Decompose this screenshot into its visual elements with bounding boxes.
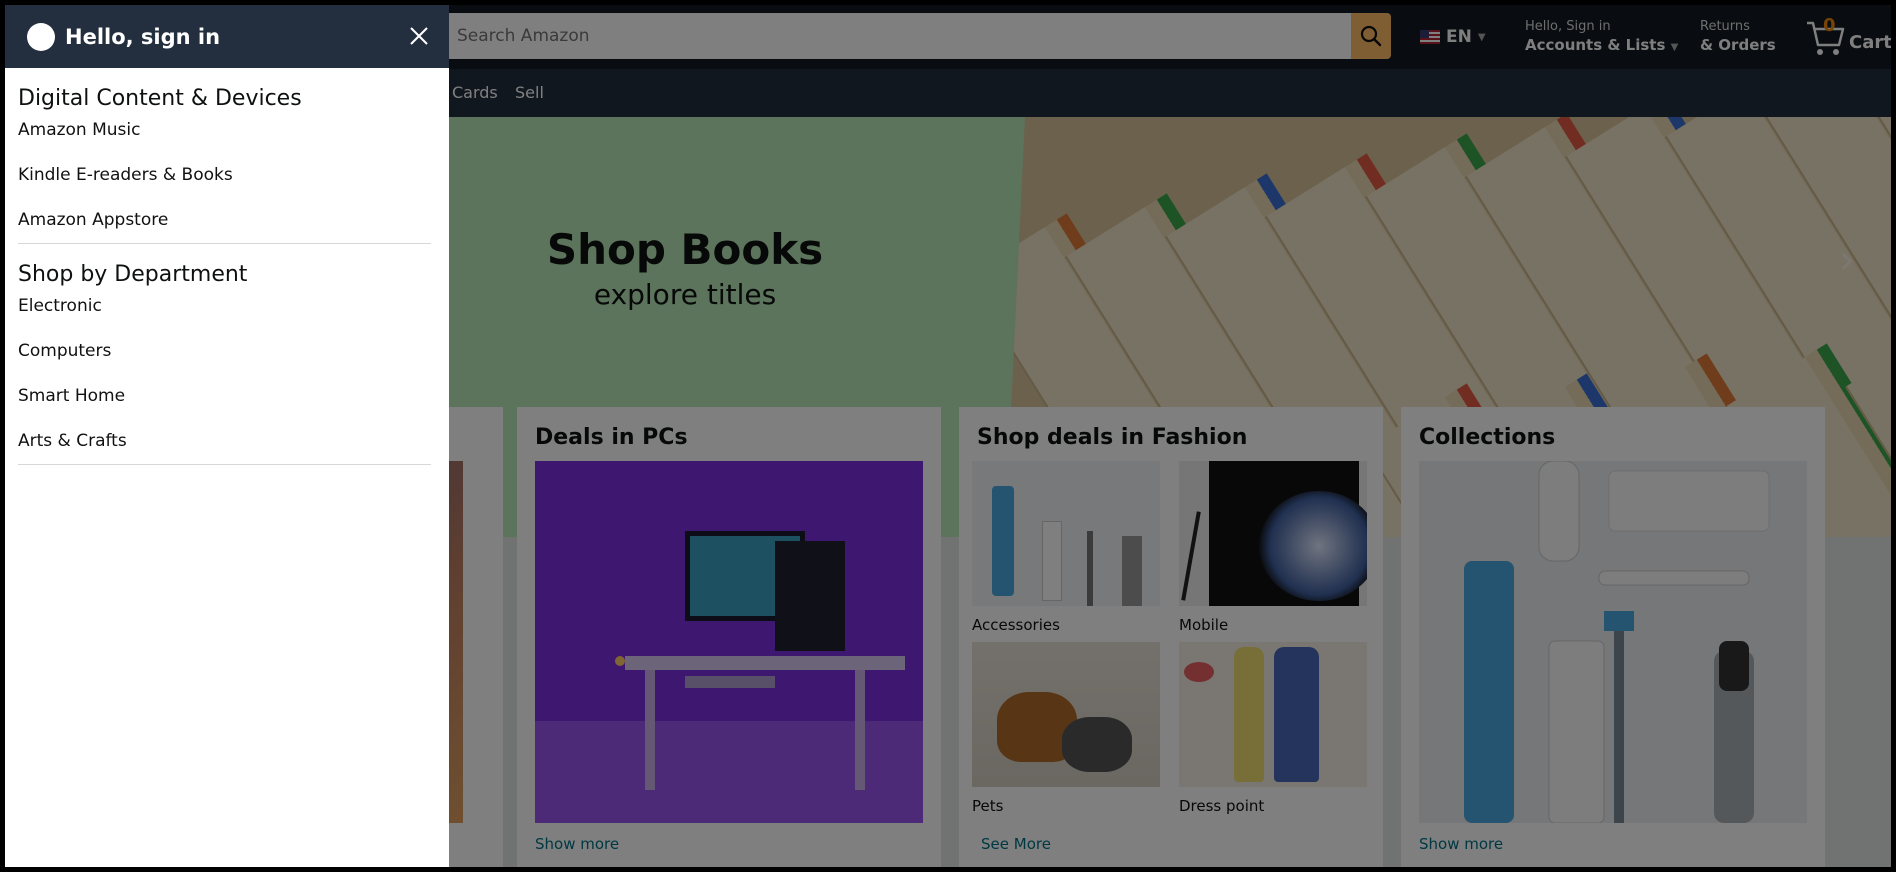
panel-body: Digital Content & Devices Amazon Music K… xyxy=(5,68,449,465)
menu-item-computers[interactable]: Computers xyxy=(18,342,431,387)
user-avatar-icon xyxy=(27,22,55,51)
section-title-shop-by-department: Shop by Department xyxy=(18,262,248,287)
menu-item-appstore[interactable]: Amazon Appstore xyxy=(18,211,431,241)
menu-item-electronic[interactable]: Electronic xyxy=(18,297,431,342)
section-title-digital-content: Digital Content & Devices xyxy=(18,86,302,111)
page-frame: EN ▼ Hello, Sign in Accounts & Lists ▼ R… xyxy=(5,5,1891,867)
close-icon[interactable] xyxy=(405,22,433,50)
divider xyxy=(18,464,431,465)
menu-item-amazon-music[interactable]: Amazon Music xyxy=(18,121,431,166)
menu-item-smart-home[interactable]: Smart Home xyxy=(18,387,431,432)
menu-item-kindle[interactable]: Kindle E-readers & Books xyxy=(18,166,431,211)
panel-header: Hello, sign in xyxy=(5,5,449,68)
panel-greeting[interactable]: Hello, sign in xyxy=(65,25,220,49)
side-menu-panel: Hello, sign in Digital Content & Devices… xyxy=(5,5,449,867)
menu-item-arts-crafts[interactable]: Arts & Crafts xyxy=(18,432,431,462)
divider xyxy=(18,243,431,244)
